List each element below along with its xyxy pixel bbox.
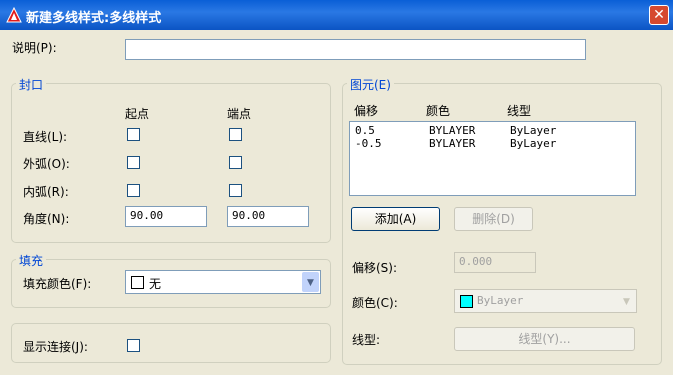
element-offset: 0.5 bbox=[355, 124, 375, 137]
caps-end-header: 端点 bbox=[227, 107, 252, 121]
caps-inner-arc-end-checkbox[interactable] bbox=[229, 184, 242, 197]
description-input[interactable] bbox=[125, 39, 586, 60]
caps-outer-arc-label: 外弧(O): bbox=[23, 157, 70, 171]
caps-angle-start-input[interactable]: 90.00 bbox=[125, 206, 207, 227]
element-color: BYLAYER bbox=[429, 137, 476, 150]
description-label: 说明(P): bbox=[12, 41, 57, 55]
elements-list[interactable]: 0.5 BYLAYER ByLayer -0.5 BYLAYER ByLayer bbox=[349, 121, 636, 196]
element-offset-label: 偏移(S): bbox=[352, 261, 398, 275]
fill-color-dropdown[interactable]: 无 ▼ bbox=[125, 270, 321, 294]
element-color: BYLAYER bbox=[429, 124, 476, 137]
elements-header-linetype: 线型 bbox=[507, 104, 532, 118]
element-color-value: ByLayer bbox=[477, 294, 524, 307]
caps-line-label: 直线(L): bbox=[23, 130, 68, 144]
chevron-down-icon[interactable]: ▼ bbox=[618, 291, 635, 311]
list-item[interactable]: -0.5 BYLAYER ByLayer bbox=[350, 137, 635, 150]
caps-angle-label: 角度(N): bbox=[23, 212, 70, 226]
element-color-swatch bbox=[460, 295, 473, 308]
fill-color-label: 填充颜色(F): bbox=[23, 277, 92, 291]
caps-line-end-checkbox[interactable] bbox=[229, 128, 242, 141]
caps-outer-arc-end-checkbox[interactable] bbox=[229, 156, 242, 169]
chevron-down-icon[interactable]: ▼ bbox=[302, 272, 319, 292]
show-joints-label: 显示连接(J): bbox=[23, 340, 88, 354]
element-linetype-label: 线型: bbox=[352, 333, 381, 347]
elements-header-color: 颜色 bbox=[426, 104, 451, 118]
elements-group-title: 图元(E) bbox=[347, 76, 394, 93]
element-color-dropdown[interactable]: ByLayer ▼ bbox=[454, 289, 637, 313]
window-title: 新建多线样式:多线样式 bbox=[26, 11, 162, 26]
show-joints-checkbox[interactable] bbox=[127, 339, 140, 352]
element-color-label: 颜色(C): bbox=[352, 296, 398, 310]
dialog-body: 说明(P): 封口 起点 端点 直线(L): 外弧(O): 内弧(R): 角度(… bbox=[3, 30, 670, 375]
element-offset-input[interactable]: 0.000 bbox=[454, 252, 536, 273]
caps-group-title: 封口 bbox=[16, 76, 47, 93]
element-linetype: ByLayer bbox=[510, 137, 557, 150]
caps-start-header: 起点 bbox=[125, 107, 150, 121]
title-bar[interactable]: 新建多线样式:多线样式 ✕ bbox=[0, 0, 673, 30]
caps-line-start-checkbox[interactable] bbox=[127, 128, 140, 141]
caps-angle-end-input[interactable]: 90.00 bbox=[227, 206, 309, 227]
close-button[interactable]: ✕ bbox=[649, 5, 669, 25]
caps-outer-arc-start-checkbox[interactable] bbox=[127, 156, 140, 169]
element-offset: -0.5 bbox=[355, 137, 382, 150]
delete-element-button[interactable]: 删除(D) bbox=[454, 207, 533, 231]
elements-header-offset: 偏移 bbox=[354, 104, 379, 118]
element-linetype: ByLayer bbox=[510, 124, 557, 137]
fill-color-swatch bbox=[131, 276, 144, 289]
add-element-button[interactable]: 添加(A) bbox=[351, 207, 440, 231]
caps-inner-arc-label: 内弧(R): bbox=[23, 185, 69, 199]
list-item[interactable]: 0.5 BYLAYER ByLayer bbox=[350, 124, 635, 137]
linetype-button[interactable]: 线型(Y)... bbox=[454, 327, 635, 351]
autocad-app-icon bbox=[6, 7, 22, 23]
fill-color-value: 无 bbox=[149, 277, 162, 291]
fill-group-title: 填充 bbox=[16, 252, 47, 269]
caps-inner-arc-start-checkbox[interactable] bbox=[127, 184, 140, 197]
